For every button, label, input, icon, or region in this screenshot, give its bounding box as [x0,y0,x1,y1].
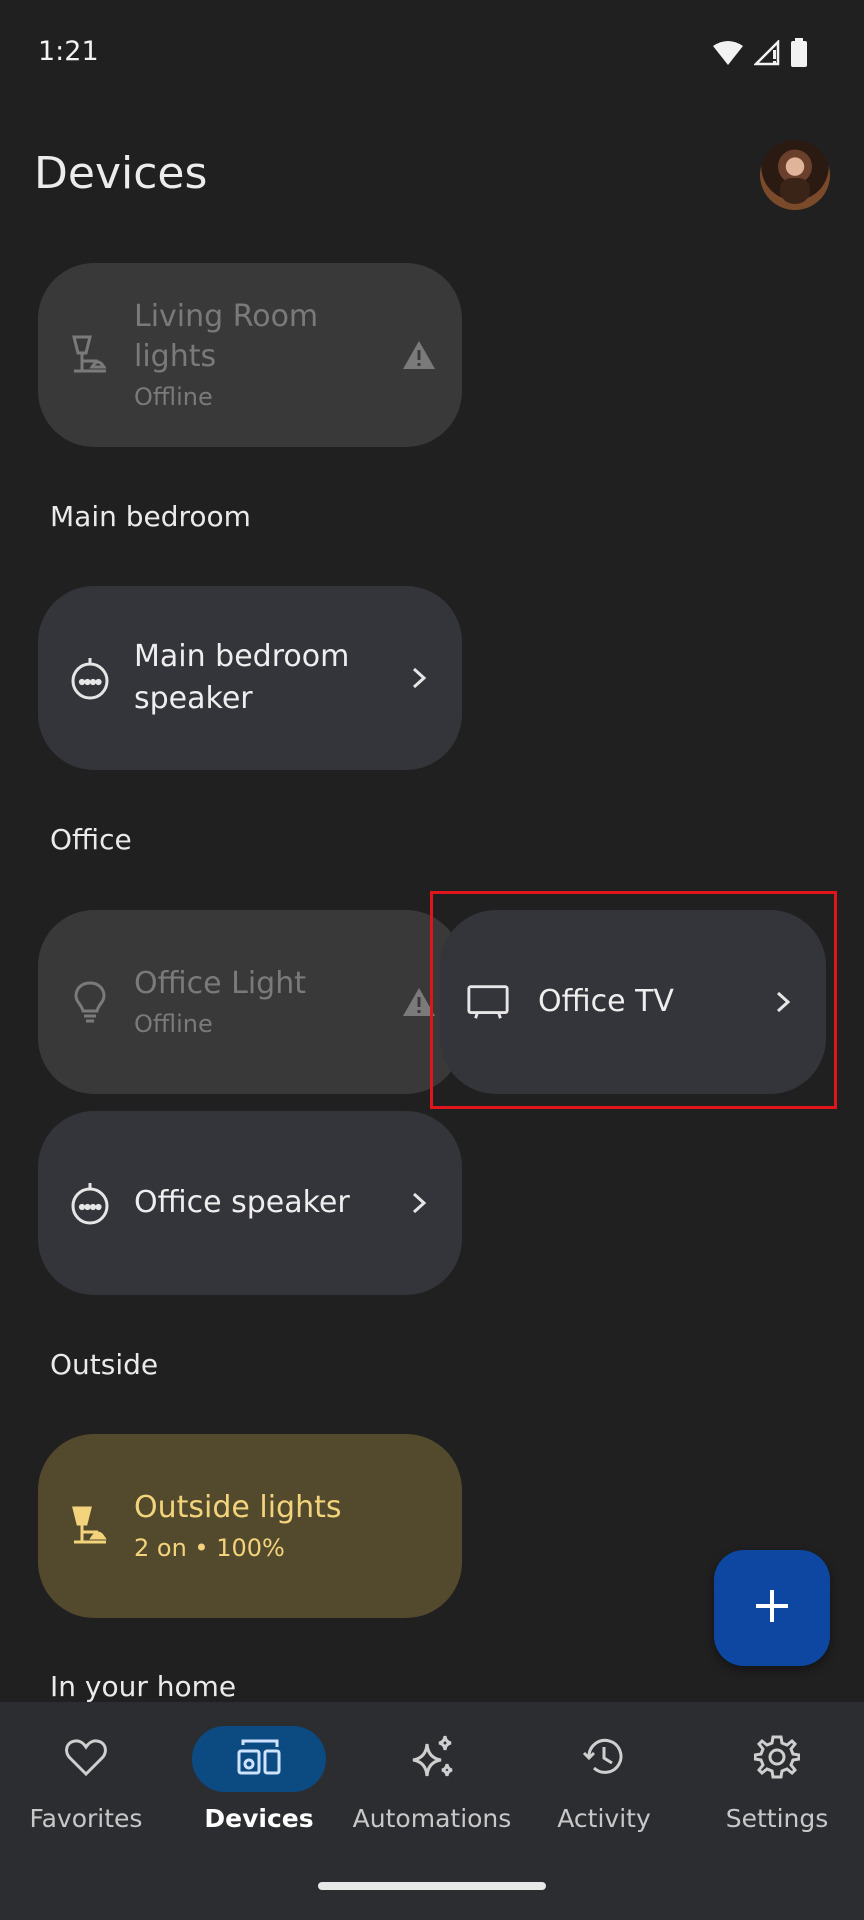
device-status: Offline [134,1010,213,1038]
speaker-icon [68,656,112,700]
section-label-office: Office [50,823,132,856]
nav-label: Devices [204,1804,314,1833]
device-name: Office speaker [134,1185,350,1220]
signal-icon [752,38,780,70]
device-name: Living Room [134,299,319,334]
home-indicator[interactable] [318,1882,546,1890]
section-label-outside: Outside [50,1348,159,1381]
highlight-box [430,891,837,1109]
tile-text: Main bedroom speaker [134,636,392,720]
tile-text: Office speaker [134,1182,392,1224]
speaker-icon [68,1181,112,1225]
add-device-button[interactable] [714,1550,830,1666]
tile-text: Outside lights 2 on • 100% [134,1487,392,1565]
device-name: Office Light [134,966,306,1001]
nav-item-settings[interactable]: Settings [691,1702,863,1862]
nav-icon-wrap [537,1726,671,1792]
device-name-line2: lights [134,339,217,374]
nav-item-devices[interactable]: Devices [173,1702,345,1862]
nav-icon-wrap [710,1726,844,1792]
chevron-right-icon [402,1186,436,1220]
lamp-icon [68,1504,112,1548]
plus-icon [752,1586,792,1630]
chevron-right-icon [402,661,436,695]
page-title: Devices [34,148,208,199]
gear-icon [753,1734,801,1784]
tile-text: Office Light Offline [134,963,392,1041]
device-name-line2: speaker [134,681,253,716]
device-status: 2 on • 100% [134,1534,285,1562]
devices-icon [235,1737,283,1781]
status-bar: 1:21 [0,0,864,110]
device-tile-living-room-lights[interactable]: Living Room lights Offline [38,263,462,447]
device-tile-office-speaker[interactable]: Office speaker [38,1111,462,1295]
nav-label: Automations [352,1804,512,1833]
status-time: 1:21 [38,36,99,67]
nav-item-activity[interactable]: Activity [518,1702,690,1862]
sparkle-icon [409,1734,455,1784]
nav-item-favorites[interactable]: Favorites [0,1702,172,1862]
device-tile-outside-lights[interactable]: Outside lights 2 on • 100% [38,1434,462,1618]
device-tile-office-light[interactable]: Office Light Offline [38,910,462,1094]
battery-icon [790,38,808,72]
tile-text: Living Room lights Offline [134,296,392,414]
history-icon [582,1735,626,1783]
nav-label: Settings [725,1804,829,1833]
nav-label: Activity [557,1804,651,1833]
nav-label: Favorites [29,1804,143,1833]
section-label-main-bedroom: Main bedroom [50,500,251,533]
nav-icon-wrap [19,1726,153,1792]
device-tile-main-bedroom-speaker[interactable]: Main bedroom speaker [38,586,462,770]
device-status: Offline [134,383,213,411]
status-icons [712,38,808,72]
device-name: Outside lights [134,1490,342,1525]
nav-icon-wrap [192,1726,326,1792]
heart-icon [64,1737,108,1781]
lamp-icon [68,333,112,377]
warning-icon [402,338,436,372]
device-name: Main bedroom [134,639,350,674]
avatar[interactable] [760,140,830,210]
nav-item-automations[interactable]: Automations [346,1702,518,1862]
bulb-icon [68,980,112,1024]
nav-icon-wrap [365,1726,499,1792]
section-label-in-your-home: In your home [50,1670,237,1703]
wifi-icon [712,40,744,70]
